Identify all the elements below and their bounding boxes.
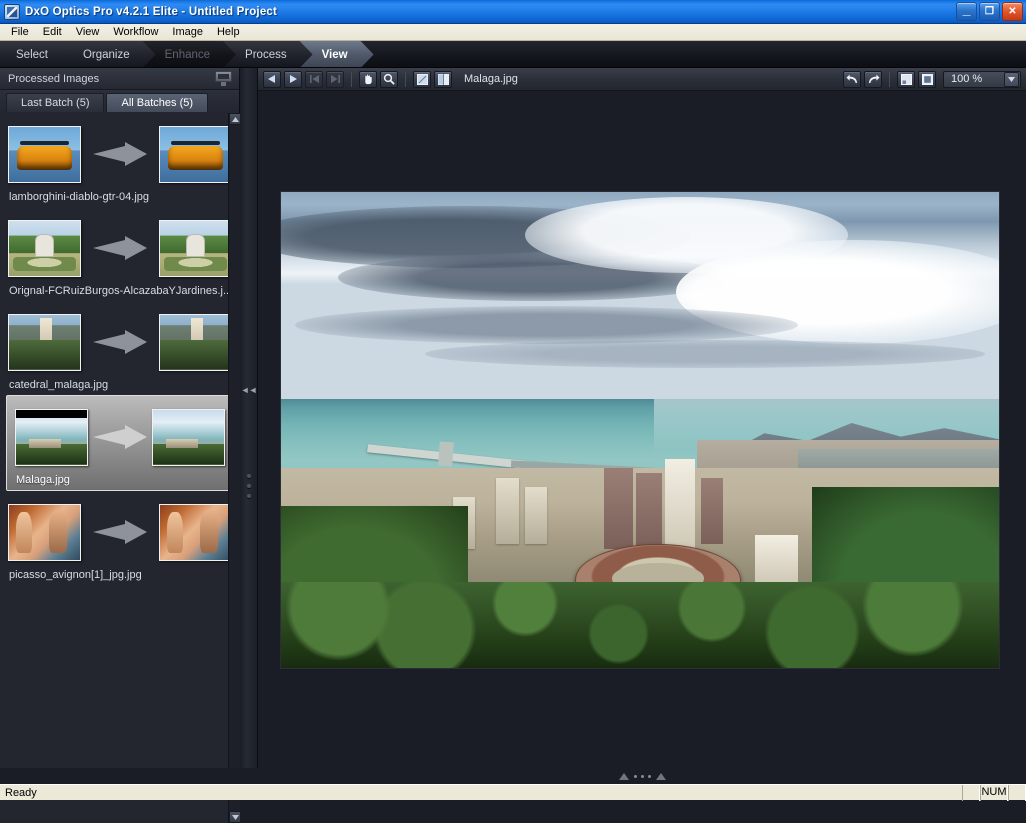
window-title: DxO Optics Pro v4.2.1 Elite - Untitled P… [25, 5, 278, 18]
close-icon: ✕ [1008, 6, 1017, 17]
scroll-up-button[interactable] [229, 113, 240, 125]
panel-splitter[interactable]: ◄◄ [240, 68, 258, 768]
tab-process[interactable]: Process [223, 41, 313, 68]
zoom-level-combobox[interactable]: 100 % [943, 70, 1021, 88]
thumbnail-after[interactable] [159, 219, 232, 277]
list-item[interactable]: picasso_avignon[1]_jpg.jpg [0, 491, 240, 585]
foreground-trees [281, 582, 999, 668]
tab-all-batches[interactable]: All Batches (5) [106, 93, 209, 112]
list-item-caption: Malaga.jpg [16, 474, 70, 486]
menu-item-edit[interactable]: Edit [36, 25, 69, 39]
current-filename: Malaga.jpg [464, 73, 518, 85]
grip-dots-icon [240, 474, 257, 498]
restore-button[interactable]: ❐ [979, 2, 1000, 21]
processed-images-panel: Processed Images Last Batch (5) All Batc… [0, 68, 240, 823]
process-arrow-icon [88, 424, 152, 450]
minimize-icon: _ [962, 1, 971, 17]
redo-button[interactable] [864, 70, 882, 88]
list-item-caption: picasso_avignon[1]_jpg.jpg [9, 569, 142, 581]
bottom-splitter[interactable] [258, 768, 1026, 784]
undo-button[interactable] [843, 70, 861, 88]
first-image-button[interactable] [305, 70, 323, 88]
menu-bar: File Edit View Workflow Image Help [0, 24, 1026, 41]
left-bottom-filler [0, 768, 258, 784]
list-item-caption: Orignal-FCRuizBurgos-AlcazabaYJardines.j… [9, 285, 232, 297]
toolbar-separator [405, 71, 406, 87]
menu-item-image[interactable]: Image [165, 25, 210, 39]
fit-to-window-button[interactable] [897, 70, 915, 88]
title-bar: DxO Optics Pro v4.2.1 Elite - Untitled P… [0, 0, 1026, 24]
thumbnail-list[interactable]: lamborghini-diablo-gtr-04.jpg Orignal-FC… [0, 113, 240, 823]
status-badge-num: NUM [980, 784, 1008, 801]
grip-dots-icon [633, 774, 651, 778]
process-arrow-icon [81, 519, 159, 545]
thumbnail-after[interactable] [159, 125, 232, 183]
actual-size-button[interactable] [918, 70, 936, 88]
main-photo[interactable] [281, 192, 999, 668]
next-image-button[interactable] [284, 70, 302, 88]
status-bar: Ready NUM [0, 784, 1026, 801]
thumbnail-before[interactable] [8, 125, 81, 183]
image-viewer-canvas[interactable] [258, 91, 1026, 768]
tab-strip-filler [360, 41, 1026, 67]
thumbnail-before[interactable] [8, 503, 81, 561]
menu-item-workflow[interactable]: Workflow [106, 25, 165, 39]
restore-icon: ❐ [985, 6, 994, 17]
menu-item-view[interactable]: View [69, 25, 107, 39]
status-message: Ready [5, 786, 37, 799]
close-button[interactable]: ✕ [1002, 2, 1023, 21]
window-controls: _ ❐ ✕ [956, 2, 1026, 21]
list-item[interactable]: lamborghini-diablo-gtr-04.jpg [0, 113, 240, 207]
menu-item-help[interactable]: Help [210, 25, 247, 39]
thumbnail-list-scrollbar[interactable] [228, 113, 240, 823]
toolbar-separator [351, 71, 352, 87]
thumbnail-after[interactable] [159, 503, 232, 561]
menu-item-file[interactable]: File [4, 25, 36, 39]
list-item-caption: lamborghini-diablo-gtr-04.jpg [9, 191, 150, 203]
previous-image-button[interactable] [263, 70, 281, 88]
process-arrow-icon [81, 141, 159, 167]
tab-last-batch[interactable]: Last Batch (5) [6, 93, 105, 112]
tab-enhance[interactable]: Enhance [143, 41, 236, 68]
compare-view-button[interactable] [434, 70, 452, 88]
triangle-up-icon-left[interactable] [618, 772, 629, 780]
panel-title: Processed Images [8, 72, 100, 85]
triangle-up-icon-right[interactable] [655, 772, 666, 780]
thumbnail-before[interactable] [15, 408, 88, 466]
list-item[interactable]: Orignal-FCRuizBurgos-AlcazabaYJardines.j… [0, 207, 240, 301]
chevron-down-icon[interactable] [1004, 71, 1019, 87]
process-arrow-icon [81, 235, 159, 261]
last-image-button[interactable] [326, 70, 344, 88]
thumbnail-before[interactable] [8, 219, 81, 277]
toolbar-separator [889, 71, 890, 87]
scroll-down-button[interactable] [229, 811, 240, 823]
status-pane-resize-grip [1008, 784, 1026, 801]
list-item-caption: catedral_malaga.jpg [9, 379, 109, 391]
list-item[interactable]: catedral_malaga.jpg [0, 301, 240, 395]
thumbnail-after[interactable] [152, 408, 225, 466]
dxo-logo-icon [4, 3, 20, 20]
panel-header: Processed Images [0, 68, 239, 90]
thumbnail-before[interactable] [8, 313, 81, 371]
single-view-button[interactable] [413, 70, 431, 88]
thumbnail-after[interactable] [159, 313, 232, 371]
zoom-level-value: 100 % [951, 73, 983, 85]
tab-organize[interactable]: Organize [61, 41, 156, 68]
pan-tool-button[interactable] [359, 70, 377, 88]
status-pane-empty [962, 784, 980, 801]
list-item-selected[interactable]: Malaga.jpg [6, 395, 234, 491]
batch-tabs: Last Batch (5) All Batches (5) [0, 90, 239, 113]
collapse-left-icon[interactable]: ◄◄ [240, 384, 258, 396]
process-arrow-icon [81, 329, 159, 355]
zoom-tool-button[interactable] [380, 70, 398, 88]
minimize-button[interactable]: _ [956, 2, 977, 21]
status-panes: NUM [962, 784, 1026, 801]
viewer-toolbar: Malaga.jpg 100 % [258, 68, 1026, 91]
tab-select[interactable]: Select [0, 41, 74, 68]
workflow-tab-strip: Select Organize Enhance Process View [0, 41, 1026, 68]
monitor-icon[interactable] [215, 71, 232, 86]
